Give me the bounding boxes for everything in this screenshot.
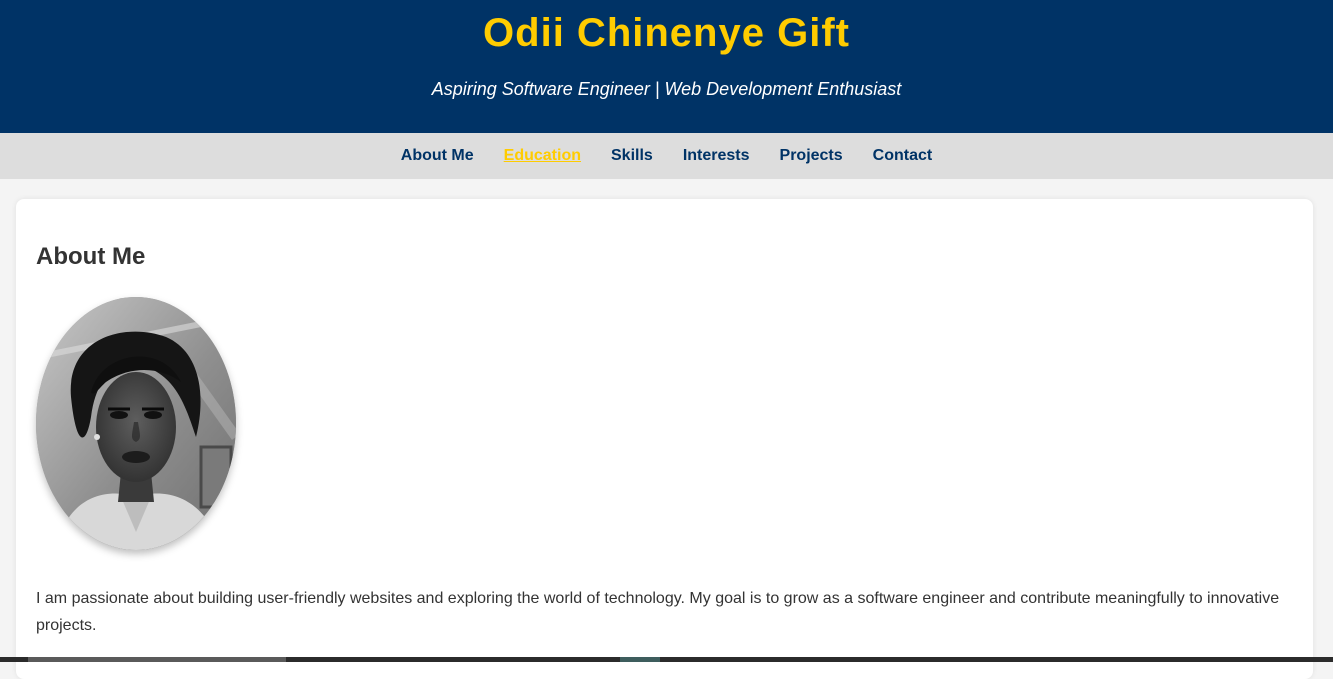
strip-segment	[28, 657, 286, 662]
nav-item: Education	[504, 133, 581, 179]
main-nav: About Me Education Skills Interests Proj…	[0, 133, 1333, 179]
profile-photo-image	[36, 297, 236, 550]
profile-photo	[36, 297, 236, 550]
nav-item: About Me	[401, 133, 474, 179]
nav-link-skills[interactable]: Skills	[611, 133, 653, 179]
nav-item: Projects	[780, 133, 843, 179]
site-tagline: Aspiring Software Engineer | Web Develop…	[431, 79, 902, 99]
nav-item: Interests	[683, 133, 750, 179]
nav-link-education[interactable]: Education	[504, 133, 581, 179]
nav-item: Skills	[611, 133, 653, 179]
about-paragraph: I am passionate about building user-frie…	[36, 590, 1280, 634]
nav-link-interests[interactable]: Interests	[683, 133, 750, 179]
strip-segment	[620, 657, 660, 662]
about-section: About Me I am passionate about building …	[16, 199, 1313, 679]
nav-list: About Me Education Skills Interests Proj…	[0, 133, 1333, 179]
bottom-edge-strip	[0, 657, 1333, 662]
site-title: Odii Chinenye Gift	[483, 11, 850, 55]
nav-link-contact[interactable]: Contact	[873, 133, 933, 179]
nav-link-projects[interactable]: Projects	[780, 133, 843, 179]
site-header: Odii Chinenye Gift Aspiring Software Eng…	[0, 0, 1333, 133]
nav-item: Contact	[873, 133, 933, 179]
section-title: About Me	[36, 243, 146, 270]
nav-link-about-me[interactable]: About Me	[401, 133, 474, 179]
